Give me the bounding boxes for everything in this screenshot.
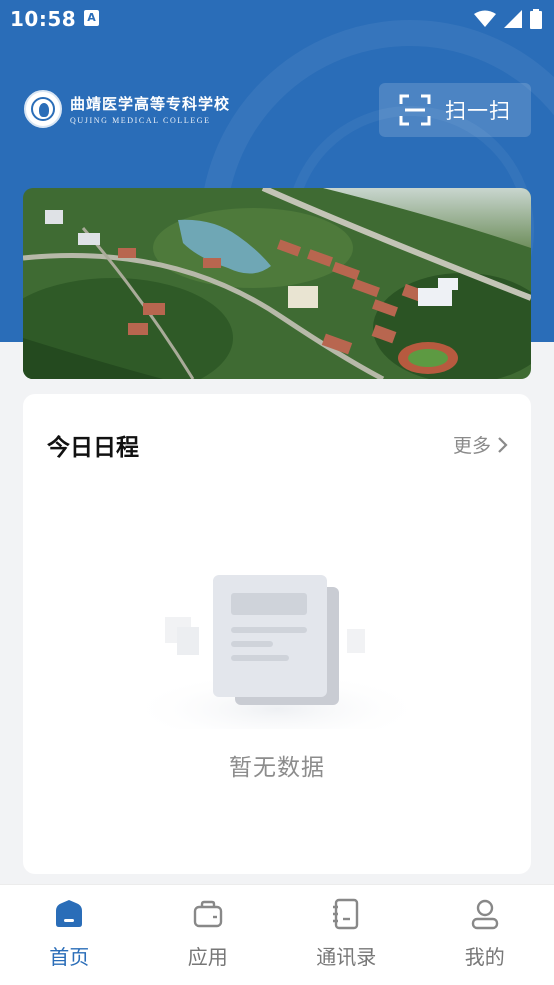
- home-icon: [52, 897, 86, 931]
- wifi-icon: [474, 10, 496, 28]
- a-icon: A: [84, 10, 99, 26]
- more-link[interactable]: 更多: [453, 431, 509, 458]
- tab-home[interactable]: 首页: [0, 885, 139, 985]
- scan-label: 扫一扫: [445, 95, 511, 125]
- college-name-en: QUJING MEDICAL COLLEGE: [70, 116, 230, 125]
- tab-apps-label: 应用: [188, 941, 228, 970]
- tab-home-label: 首页: [49, 941, 89, 970]
- battery-icon: [530, 9, 542, 29]
- college-logo: 曲靖医学高等专科学校 QUJING MEDICAL COLLEGE: [24, 90, 230, 128]
- status-time: 10:58: [10, 7, 76, 31]
- tab-mine[interactable]: 我的: [416, 885, 554, 985]
- contacts-icon: [329, 897, 363, 931]
- tab-apps[interactable]: 应用: [139, 885, 278, 985]
- chevron-right-icon: [497, 436, 509, 454]
- schedule-title: 今日日程: [47, 428, 139, 462]
- empty-document-icon: [127, 559, 427, 729]
- tab-contacts-label: 通讯录: [316, 941, 376, 970]
- campus-banner[interactable]: [23, 188, 531, 379]
- campus-aerial-image: [23, 188, 531, 379]
- more-label: 更多: [453, 431, 491, 458]
- empty-state-text: 暂无数据: [23, 748, 531, 782]
- scan-icon: [399, 94, 431, 126]
- tab-mine-label: 我的: [465, 941, 505, 970]
- scan-button[interactable]: 扫一扫: [379, 83, 531, 137]
- college-name-cn: 曲靖医学高等专科学校: [70, 93, 230, 114]
- status-icons: [474, 9, 542, 29]
- schedule-card: 今日日程 更多 暂无数据: [23, 394, 531, 874]
- college-emblem-icon: [24, 90, 62, 128]
- user-icon: [468, 897, 502, 931]
- signal-icon: [504, 10, 522, 28]
- status-bar: 10:58 A: [0, 0, 554, 38]
- briefcase-icon: [191, 897, 225, 931]
- bottom-tab-bar: 首页 应用 通讯录 我的: [0, 884, 554, 985]
- tab-contacts[interactable]: 通讯录: [277, 885, 416, 985]
